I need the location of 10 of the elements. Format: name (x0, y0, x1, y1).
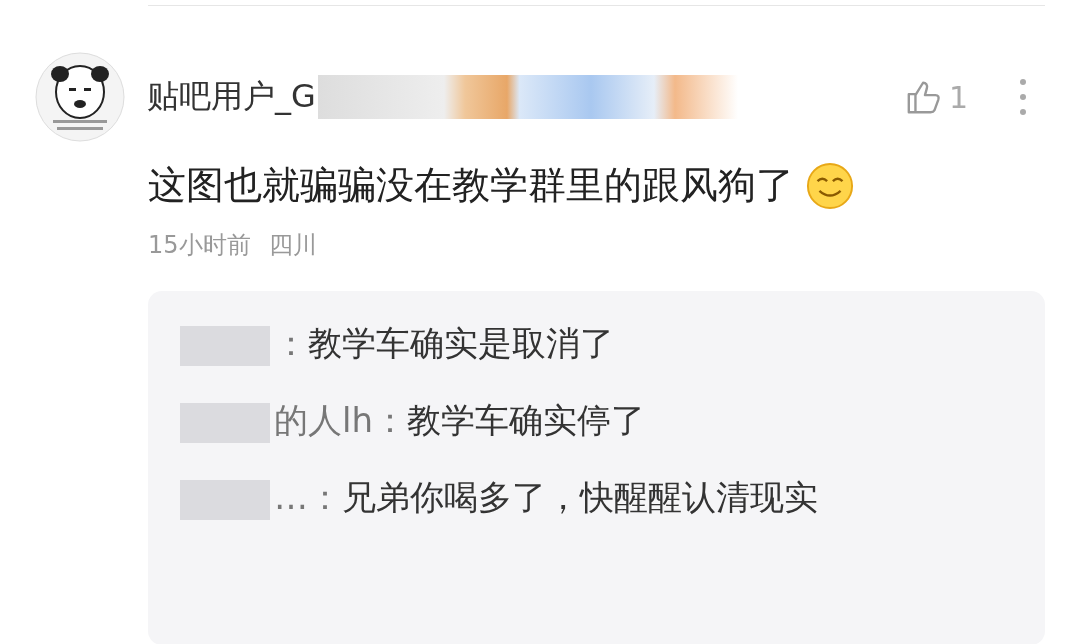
comment-text: 这图也就骗骗没在教学群里的跟风狗了 (148, 162, 794, 209)
location: 四川 (268, 230, 317, 261)
like-count: 1 (948, 79, 968, 115)
timestamp: 15小时前 (148, 230, 251, 261)
reply-text: ：教学车确实是取消了 (180, 305, 1013, 382)
avatar-drawing[interactable] (35, 52, 125, 142)
username[interactable]: 贴吧用户_G (147, 75, 316, 119)
smiley-icon (806, 161, 854, 210)
reply-text: 的人lh：教学车确实停了 (180, 382, 1013, 459)
reply-text: …：兄弟你喝多了，快醒醒认清现实 (180, 459, 1013, 536)
